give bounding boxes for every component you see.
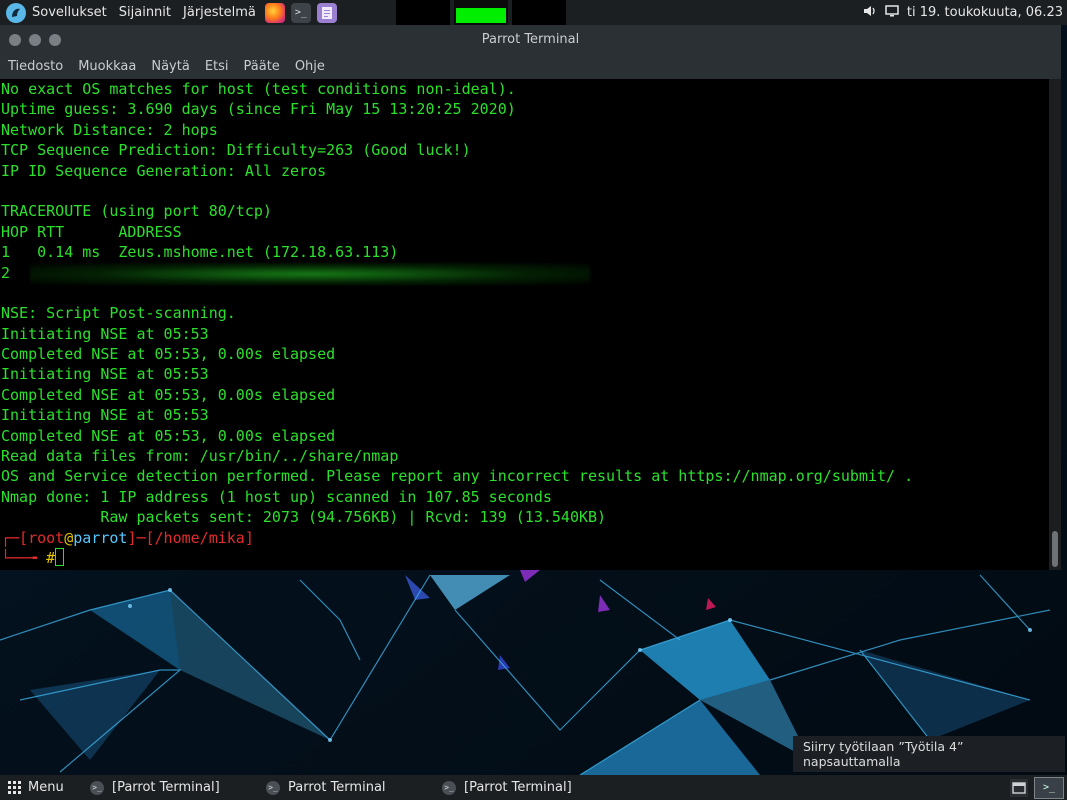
show-desktop-icon[interactable] bbox=[1010, 778, 1028, 797]
system-tray: >_ bbox=[1010, 775, 1067, 800]
output-line: TRACEROUTE (using port 80/tcp) bbox=[1, 202, 272, 221]
workspace-2-window bbox=[456, 8, 506, 23]
output-line: Network Distance: 2 hops bbox=[1, 120, 218, 139]
taskbar-item-3[interactable]: >_ [Parrot Terminal] bbox=[442, 775, 572, 800]
terminal-output[interactable]: No exact OS matches for host (test condi… bbox=[0, 79, 1049, 570]
terminal-window: Parrot Terminal Tiedosto Muokkaa Näytä E… bbox=[0, 25, 1061, 570]
output-line: IP ID Sequence Generation: All zeros bbox=[1, 161, 327, 180]
terminal-cursor bbox=[55, 547, 65, 566]
output-line: Completed NSE at 05:53, 0.00s elapsed bbox=[1, 426, 336, 445]
taskbar-item-2[interactable]: >_ Parrot Terminal bbox=[266, 775, 386, 800]
prompt-symbol: # bbox=[46, 548, 56, 567]
menu-help[interactable]: Ohje bbox=[287, 59, 332, 74]
menu-search[interactable]: Etsi bbox=[197, 59, 236, 74]
terminal-task-icon: >_ bbox=[90, 780, 104, 795]
close-window-button[interactable] bbox=[9, 33, 21, 46]
applications-menu[interactable]: Sovellukset bbox=[0, 0, 113, 25]
output-line: Uptime guess: 3.690 days (since Fri May … bbox=[1, 100, 516, 119]
terminal-menubar: Tiedosto Muokkaa Näytä Etsi Pääte Ohje bbox=[0, 54, 1061, 79]
output-line: NSE: Script Post-scanning. bbox=[1, 304, 236, 323]
workspace-switcher bbox=[396, 0, 570, 25]
top-panel-status: ti 19. toukokuuta, 06.23 bbox=[863, 0, 1063, 25]
minimize-window-button[interactable] bbox=[29, 33, 41, 46]
scrollbar-thumb[interactable] bbox=[1052, 531, 1058, 567]
terminal-scrollbar[interactable] bbox=[1049, 79, 1061, 570]
output-line: HOP RTT ADDRESS bbox=[1, 222, 182, 241]
output-line: 1 0.14 ms Zeus.mshome.net (172.18.63.113… bbox=[1, 243, 399, 262]
bottom-panel: Menu >_ [Parrot Terminal] >_ Parrot Term… bbox=[0, 775, 1067, 800]
prompt-host: parrot bbox=[73, 528, 128, 547]
text-editor-icon[interactable] bbox=[316, 2, 337, 23]
terminal-icon[interactable]: >_ bbox=[290, 2, 311, 23]
menu-file[interactable]: Tiedosto bbox=[0, 59, 70, 74]
terminal-task-icon: >_ bbox=[266, 780, 280, 795]
volume-icon[interactable] bbox=[863, 5, 877, 21]
output-line: Initiating NSE at 05:53 bbox=[1, 324, 209, 343]
main-menu-button[interactable]: Menu bbox=[0, 775, 72, 800]
places-menu[interactable]: Sijainnit bbox=[113, 0, 177, 25]
taskbar-item-label: Parrot Terminal bbox=[288, 780, 386, 795]
prompt-at: @ bbox=[64, 528, 74, 547]
output-line: Initiating NSE at 05:53 bbox=[1, 365, 209, 384]
output-line: Raw packets sent: 2073 (94.756KB) | Rcvd… bbox=[1, 508, 607, 527]
clock[interactable]: ti 19. toukokuuta, 06.23 bbox=[907, 5, 1063, 20]
parrot-logo-icon bbox=[6, 2, 26, 23]
prompt-user: root bbox=[28, 528, 65, 547]
top-panel: Sovellukset Sijainnit Järjestelmä >_ ti … bbox=[0, 0, 1067, 25]
output-line: Initiating NSE at 05:53 bbox=[1, 406, 209, 425]
taskbar-item-label: [Parrot Terminal] bbox=[464, 780, 572, 795]
output-line: Completed NSE at 05:53, 0.00s elapsed bbox=[1, 385, 336, 404]
workspace-tooltip-text: Siirry työtilaan ”Työtila 4” napsauttama… bbox=[803, 739, 964, 769]
window-title: Parrot Terminal bbox=[481, 32, 580, 47]
workspace-3[interactable] bbox=[512, 0, 566, 25]
workspace-tooltip: Siirry työtilaan ”Työtila 4” napsauttama… bbox=[793, 736, 1065, 772]
output-line: No exact OS matches for host (test condi… bbox=[1, 80, 516, 98]
output-line: TCP Sequence Prediction: Difficulty=263 … bbox=[1, 141, 471, 160]
main-menu-label: Menu bbox=[28, 780, 64, 795]
workspace-2[interactable] bbox=[454, 0, 508, 25]
taskbar-item-label: [Parrot Terminal] bbox=[112, 780, 220, 795]
menu-terminal[interactable]: Pääte bbox=[236, 59, 287, 74]
prompt-line-2[interactable]: └──╼ # bbox=[1, 547, 1049, 568]
active-window-terminal-icon[interactable]: >_ bbox=[1034, 776, 1064, 799]
output-line: Read data files from: /usr/bin/../share/… bbox=[1, 447, 399, 466]
output-line: OS and Service detection performed. Plea… bbox=[1, 467, 914, 486]
taskbar-item-1[interactable]: >_ [Parrot Terminal] bbox=[90, 775, 220, 800]
menu-view[interactable]: Näytä bbox=[143, 59, 196, 74]
menu-edit[interactable]: Muokkaa bbox=[70, 59, 143, 74]
system-menu[interactable]: Järjestelmä bbox=[177, 0, 262, 25]
display-icon[interactable] bbox=[885, 4, 899, 21]
redacted-area bbox=[30, 263, 590, 285]
maximize-window-button[interactable] bbox=[49, 33, 61, 46]
firefox-icon[interactable] bbox=[264, 2, 285, 23]
grid-menu-icon bbox=[8, 780, 22, 795]
workspace-1[interactable] bbox=[396, 0, 450, 25]
prompt-line-1: ┌─[root@parrot]─[/home/mika] bbox=[1, 528, 254, 547]
applications-label: Sovellukset bbox=[32, 5, 107, 20]
terminal-task-icon: >_ bbox=[442, 780, 456, 795]
output-line: Nmap done: 1 IP address (1 host up) scan… bbox=[1, 487, 552, 506]
prompt-path: /home/mika bbox=[154, 528, 245, 547]
output-line: Completed NSE at 05:53, 0.00s elapsed bbox=[1, 345, 336, 364]
window-titlebar[interactable]: Parrot Terminal bbox=[0, 25, 1061, 54]
